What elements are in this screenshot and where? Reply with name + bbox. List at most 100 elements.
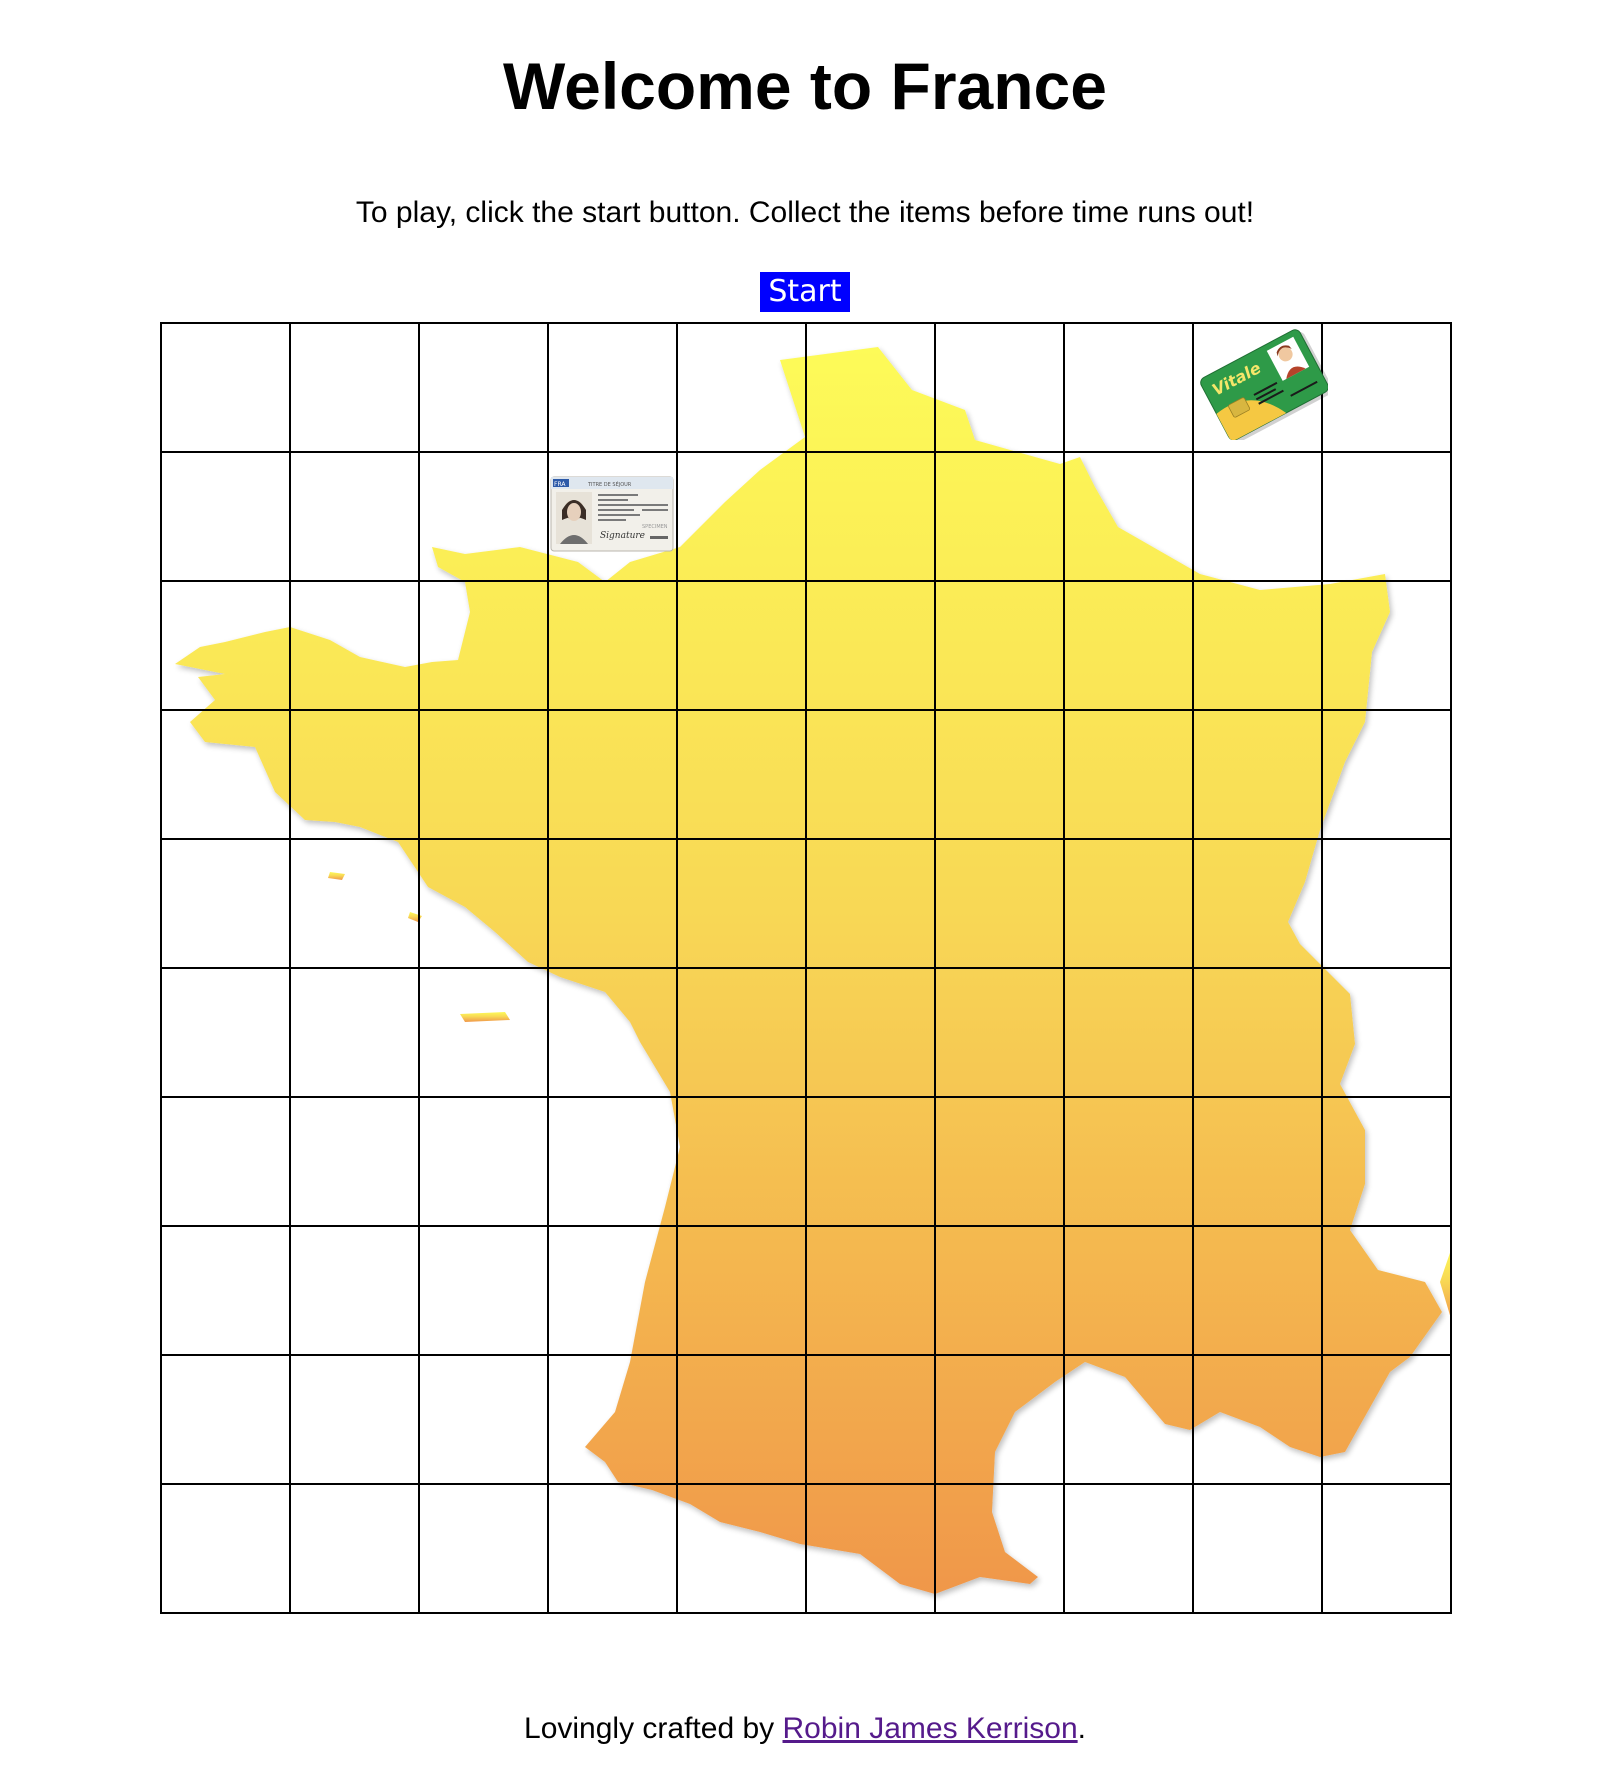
- grid-cell[interactable]: [161, 323, 290, 452]
- grid-cell[interactable]: [677, 1226, 806, 1355]
- grid-cell[interactable]: [290, 1226, 419, 1355]
- grid-cell[interactable]: [1064, 1484, 1193, 1613]
- start-button[interactable]: Start: [760, 272, 850, 312]
- grid-cell[interactable]: [1064, 581, 1193, 710]
- grid-cell[interactable]: [290, 1484, 419, 1613]
- grid-cell[interactable]: [1322, 1484, 1451, 1613]
- grid-cell[interactable]: [290, 581, 419, 710]
- grid-cell[interactable]: [1064, 452, 1193, 581]
- grid-cell[interactable]: [806, 452, 935, 581]
- grid-cell[interactable]: [1193, 452, 1322, 581]
- grid-cell[interactable]: [161, 1355, 290, 1484]
- grid-cell[interactable]: [677, 323, 806, 452]
- residence-permit-item[interactable]: FRA TITRE DE SÉJOUR SPECIMEN Signature: [550, 476, 674, 552]
- grid-cell[interactable]: [935, 581, 1064, 710]
- grid-cell[interactable]: [419, 1097, 548, 1226]
- grid-cell[interactable]: [290, 323, 419, 452]
- grid-cell[interactable]: [1064, 1097, 1193, 1226]
- grid-cell[interactable]: [1193, 1484, 1322, 1613]
- grid-cell[interactable]: [161, 1226, 290, 1355]
- grid-cell[interactable]: [1193, 1097, 1322, 1226]
- grid-cell[interactable]: [419, 323, 548, 452]
- grid-cell[interactable]: [1193, 1355, 1322, 1484]
- grid-cell[interactable]: [1322, 1097, 1451, 1226]
- grid-cell[interactable]: [935, 1355, 1064, 1484]
- grid-cell[interactable]: [290, 839, 419, 968]
- grid-cell[interactable]: [419, 1484, 548, 1613]
- grid-cell[interactable]: [1193, 710, 1322, 839]
- grid-cell[interactable]: [1322, 1355, 1451, 1484]
- grid-cell[interactable]: [935, 968, 1064, 1097]
- grid-cell[interactable]: [1322, 1226, 1451, 1355]
- grid-cell[interactable]: [161, 968, 290, 1097]
- author-link[interactable]: Robin James Kerrison: [783, 1712, 1078, 1745]
- grid-cell[interactable]: [1064, 968, 1193, 1097]
- grid-cell[interactable]: [935, 710, 1064, 839]
- grid-cell[interactable]: [290, 710, 419, 839]
- grid-cell[interactable]: [1322, 839, 1451, 968]
- grid-cell[interactable]: [290, 1097, 419, 1226]
- grid-cell[interactable]: [677, 581, 806, 710]
- grid-cell[interactable]: [290, 452, 419, 581]
- grid-cell[interactable]: [806, 1484, 935, 1613]
- grid-cell[interactable]: [548, 1097, 677, 1226]
- grid-cell[interactable]: [419, 452, 548, 581]
- grid-cell[interactable]: [677, 968, 806, 1097]
- grid-cell[interactable]: [290, 1355, 419, 1484]
- grid-cell[interactable]: [1193, 839, 1322, 968]
- grid-cell[interactable]: [1193, 1226, 1322, 1355]
- grid-cell[interactable]: [1322, 968, 1451, 1097]
- grid-cell[interactable]: [806, 581, 935, 710]
- grid-cell[interactable]: [1064, 323, 1193, 452]
- grid-cell[interactable]: [1064, 839, 1193, 968]
- grid-cell[interactable]: [806, 968, 935, 1097]
- grid-cell[interactable]: [677, 1097, 806, 1226]
- grid-cell[interactable]: [677, 452, 806, 581]
- grid-cell[interactable]: [419, 1226, 548, 1355]
- grid-cell[interactable]: [677, 710, 806, 839]
- grid-cell[interactable]: [548, 710, 677, 839]
- grid-cell[interactable]: [806, 1355, 935, 1484]
- grid-cell[interactable]: [1322, 710, 1451, 839]
- grid-cell[interactable]: [677, 839, 806, 968]
- grid-cell[interactable]: [935, 839, 1064, 968]
- grid-cell[interactable]: [161, 1097, 290, 1226]
- grid-cell[interactable]: [935, 1226, 1064, 1355]
- grid-cell[interactable]: [677, 1484, 806, 1613]
- grid-cell[interactable]: [548, 323, 677, 452]
- grid-cell[interactable]: [806, 710, 935, 839]
- grid-cell[interactable]: [935, 1097, 1064, 1226]
- grid-cell[interactable]: [161, 452, 290, 581]
- grid-cell[interactable]: [677, 1355, 806, 1484]
- grid-cell[interactable]: [548, 581, 677, 710]
- grid-cell[interactable]: [806, 1097, 935, 1226]
- grid-cell[interactable]: [1322, 452, 1451, 581]
- grid-cell[interactable]: [419, 968, 548, 1097]
- grid-cell[interactable]: [1322, 581, 1451, 710]
- grid-cell[interactable]: [161, 1484, 290, 1613]
- grid-cell[interactable]: [1064, 1226, 1193, 1355]
- grid-cell[interactable]: [419, 1355, 548, 1484]
- grid-cell[interactable]: [806, 1226, 935, 1355]
- grid-cell[interactable]: [161, 839, 290, 968]
- grid-cell[interactable]: [548, 839, 677, 968]
- grid-cell[interactable]: [1193, 581, 1322, 710]
- grid-cell[interactable]: [1193, 968, 1322, 1097]
- grid-cell[interactable]: [1064, 1355, 1193, 1484]
- grid-cell[interactable]: [806, 323, 935, 452]
- grid-cell[interactable]: [1322, 323, 1451, 452]
- grid-cell[interactable]: [935, 452, 1064, 581]
- grid-cell[interactable]: [419, 581, 548, 710]
- grid-cell[interactable]: [548, 1355, 677, 1484]
- grid-cell[interactable]: [290, 968, 419, 1097]
- grid-cell[interactable]: [161, 581, 290, 710]
- grid-cell[interactable]: [419, 839, 548, 968]
- grid-cell[interactable]: [548, 1484, 677, 1613]
- grid-cell[interactable]: [548, 1226, 677, 1355]
- grid-cell[interactable]: [935, 323, 1064, 452]
- grid-cell[interactable]: [806, 839, 935, 968]
- grid-cell[interactable]: [161, 710, 290, 839]
- grid-cell[interactable]: [1064, 710, 1193, 839]
- grid-cell[interactable]: [935, 1484, 1064, 1613]
- carte-vitale-item[interactable]: Vitale: [1200, 328, 1328, 440]
